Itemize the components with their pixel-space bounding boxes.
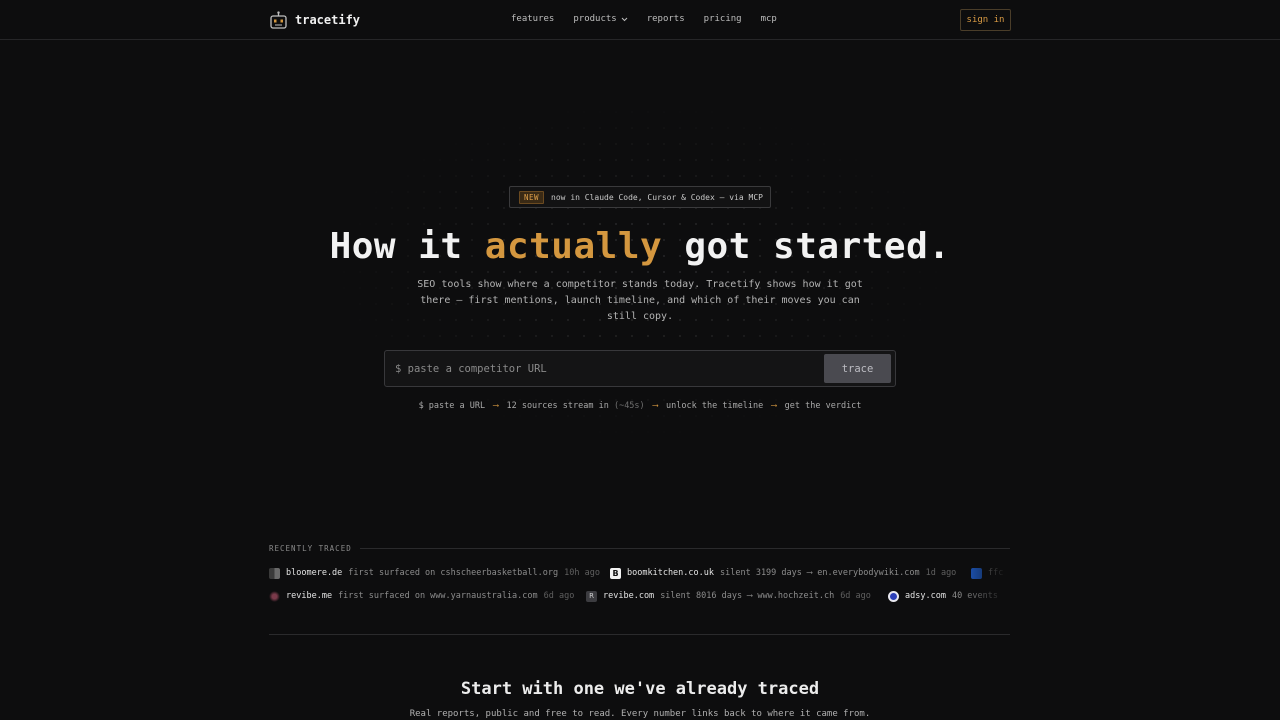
recent-item[interactable]: R revibe.com silent 8016 days ⟶ www.hoch… (586, 588, 871, 604)
site-favicon-icon: B (610, 567, 621, 579)
recent-ago: 6d ago (840, 591, 871, 601)
step-sources: 12 sources stream in (506, 401, 609, 411)
recent-domain: boomkitchen.co.uk (627, 568, 714, 578)
ticker-fade (960, 588, 1010, 604)
section-subtitle: Real reports, public and free to read. E… (409, 709, 871, 719)
recent-domain: bloomere.de (286, 568, 343, 578)
trace-button[interactable]: trace (824, 354, 891, 383)
announcement-badge[interactable]: NEW now in Claude Code, Cursor & Codex —… (509, 186, 771, 208)
step-timeline: unlock the timeline (666, 401, 764, 411)
dotted-background (0, 40, 1280, 500)
brand-name: tracetify (295, 13, 361, 27)
recent-item[interactable]: bloomere.de first surfaced on cshscheerb… (269, 565, 600, 581)
recently-traced-label: RECENTLY TRACED (269, 544, 352, 553)
robot-logo-icon (270, 11, 287, 29)
site-favicon-icon (888, 590, 899, 602)
competitor-url-input[interactable] (395, 360, 815, 378)
arrow-icon: ⟶ (652, 401, 658, 411)
recent-domain: revibe.me (286, 591, 333, 601)
hero-title-pre: How it (329, 226, 485, 267)
url-search-box (384, 350, 896, 387)
nav-item-pricing[interactable]: pricing (704, 14, 742, 24)
new-tag: NEW (519, 190, 545, 204)
recent-desc: silent 3199 days ⟶ en.everybodywiki.com (720, 568, 920, 578)
site-favicon-icon (269, 567, 280, 579)
nav-item-products-label: products (573, 14, 617, 24)
recent-domain: adsy.com (905, 591, 946, 601)
recent-desc: first surfaced on www.yarnaustralia.com (338, 591, 538, 601)
hero-title-accent: actually (484, 226, 663, 267)
ticker-fade (960, 565, 1010, 581)
hero-title-post: got started. (662, 226, 951, 267)
recent-ticker-row-2: revibe.me first surfaced on www.yarnaust… (269, 588, 1010, 604)
recent-item[interactable]: B boomkitchen.co.uk silent 3199 days ⟶ e… (610, 565, 956, 581)
section-divider (269, 634, 1010, 635)
recent-ago: 10h ago (564, 568, 600, 578)
step-sources-time: (~45s) (613, 401, 645, 411)
recent-ago: 6d ago (543, 591, 575, 601)
chevron-down-icon (621, 17, 628, 21)
site-favicon-icon (269, 590, 280, 602)
recent-ticker-row-1: bloomere.de first surfaced on cshscheerb… (269, 565, 1010, 581)
nav-item-reports[interactable]: reports (647, 14, 685, 24)
process-steps: $ paste a URL ⟶ 12 sources stream in (~4… (0, 401, 1280, 411)
announcement-text: now in Claude Code, Cursor & Codex — via… (551, 192, 763, 202)
nav-item-products[interactable]: products (573, 14, 628, 24)
step-paste: $ paste a URL (418, 401, 486, 411)
sign-in-button[interactable]: sign in (960, 9, 1011, 31)
nav-item-mcp[interactable]: mcp (761, 14, 777, 24)
hero-title: How it actually got started. (0, 226, 1280, 267)
step-verdict: get the verdict (784, 401, 862, 411)
recent-item[interactable]: revibe.me first surfaced on www.yarnaust… (269, 588, 574, 604)
recent-desc: silent 8016 days ⟶ www.hochzeit.ch (660, 591, 835, 601)
recent-ago: 1d ago (925, 568, 957, 578)
nav-item-features[interactable]: features (511, 14, 554, 24)
recent-desc: first surfaced on cshscheerbasketball.or… (348, 568, 559, 578)
main-nav: features products reports pricing mcp (511, 14, 777, 24)
site-favicon-icon: R (586, 590, 597, 602)
arrow-icon: ⟶ (771, 401, 777, 411)
top-nav-bar: tracetify features products reports pric… (0, 0, 1280, 40)
brand-logo[interactable]: tracetify (270, 11, 360, 29)
hero-subtitle: SEO tools show where a competitor stands… (417, 279, 863, 322)
arrow-icon: ⟶ (493, 401, 499, 411)
recent-domain: revibe.com (603, 591, 655, 601)
section-rule (360, 548, 1010, 549)
section-title: Start with one we've already traced (460, 679, 820, 699)
